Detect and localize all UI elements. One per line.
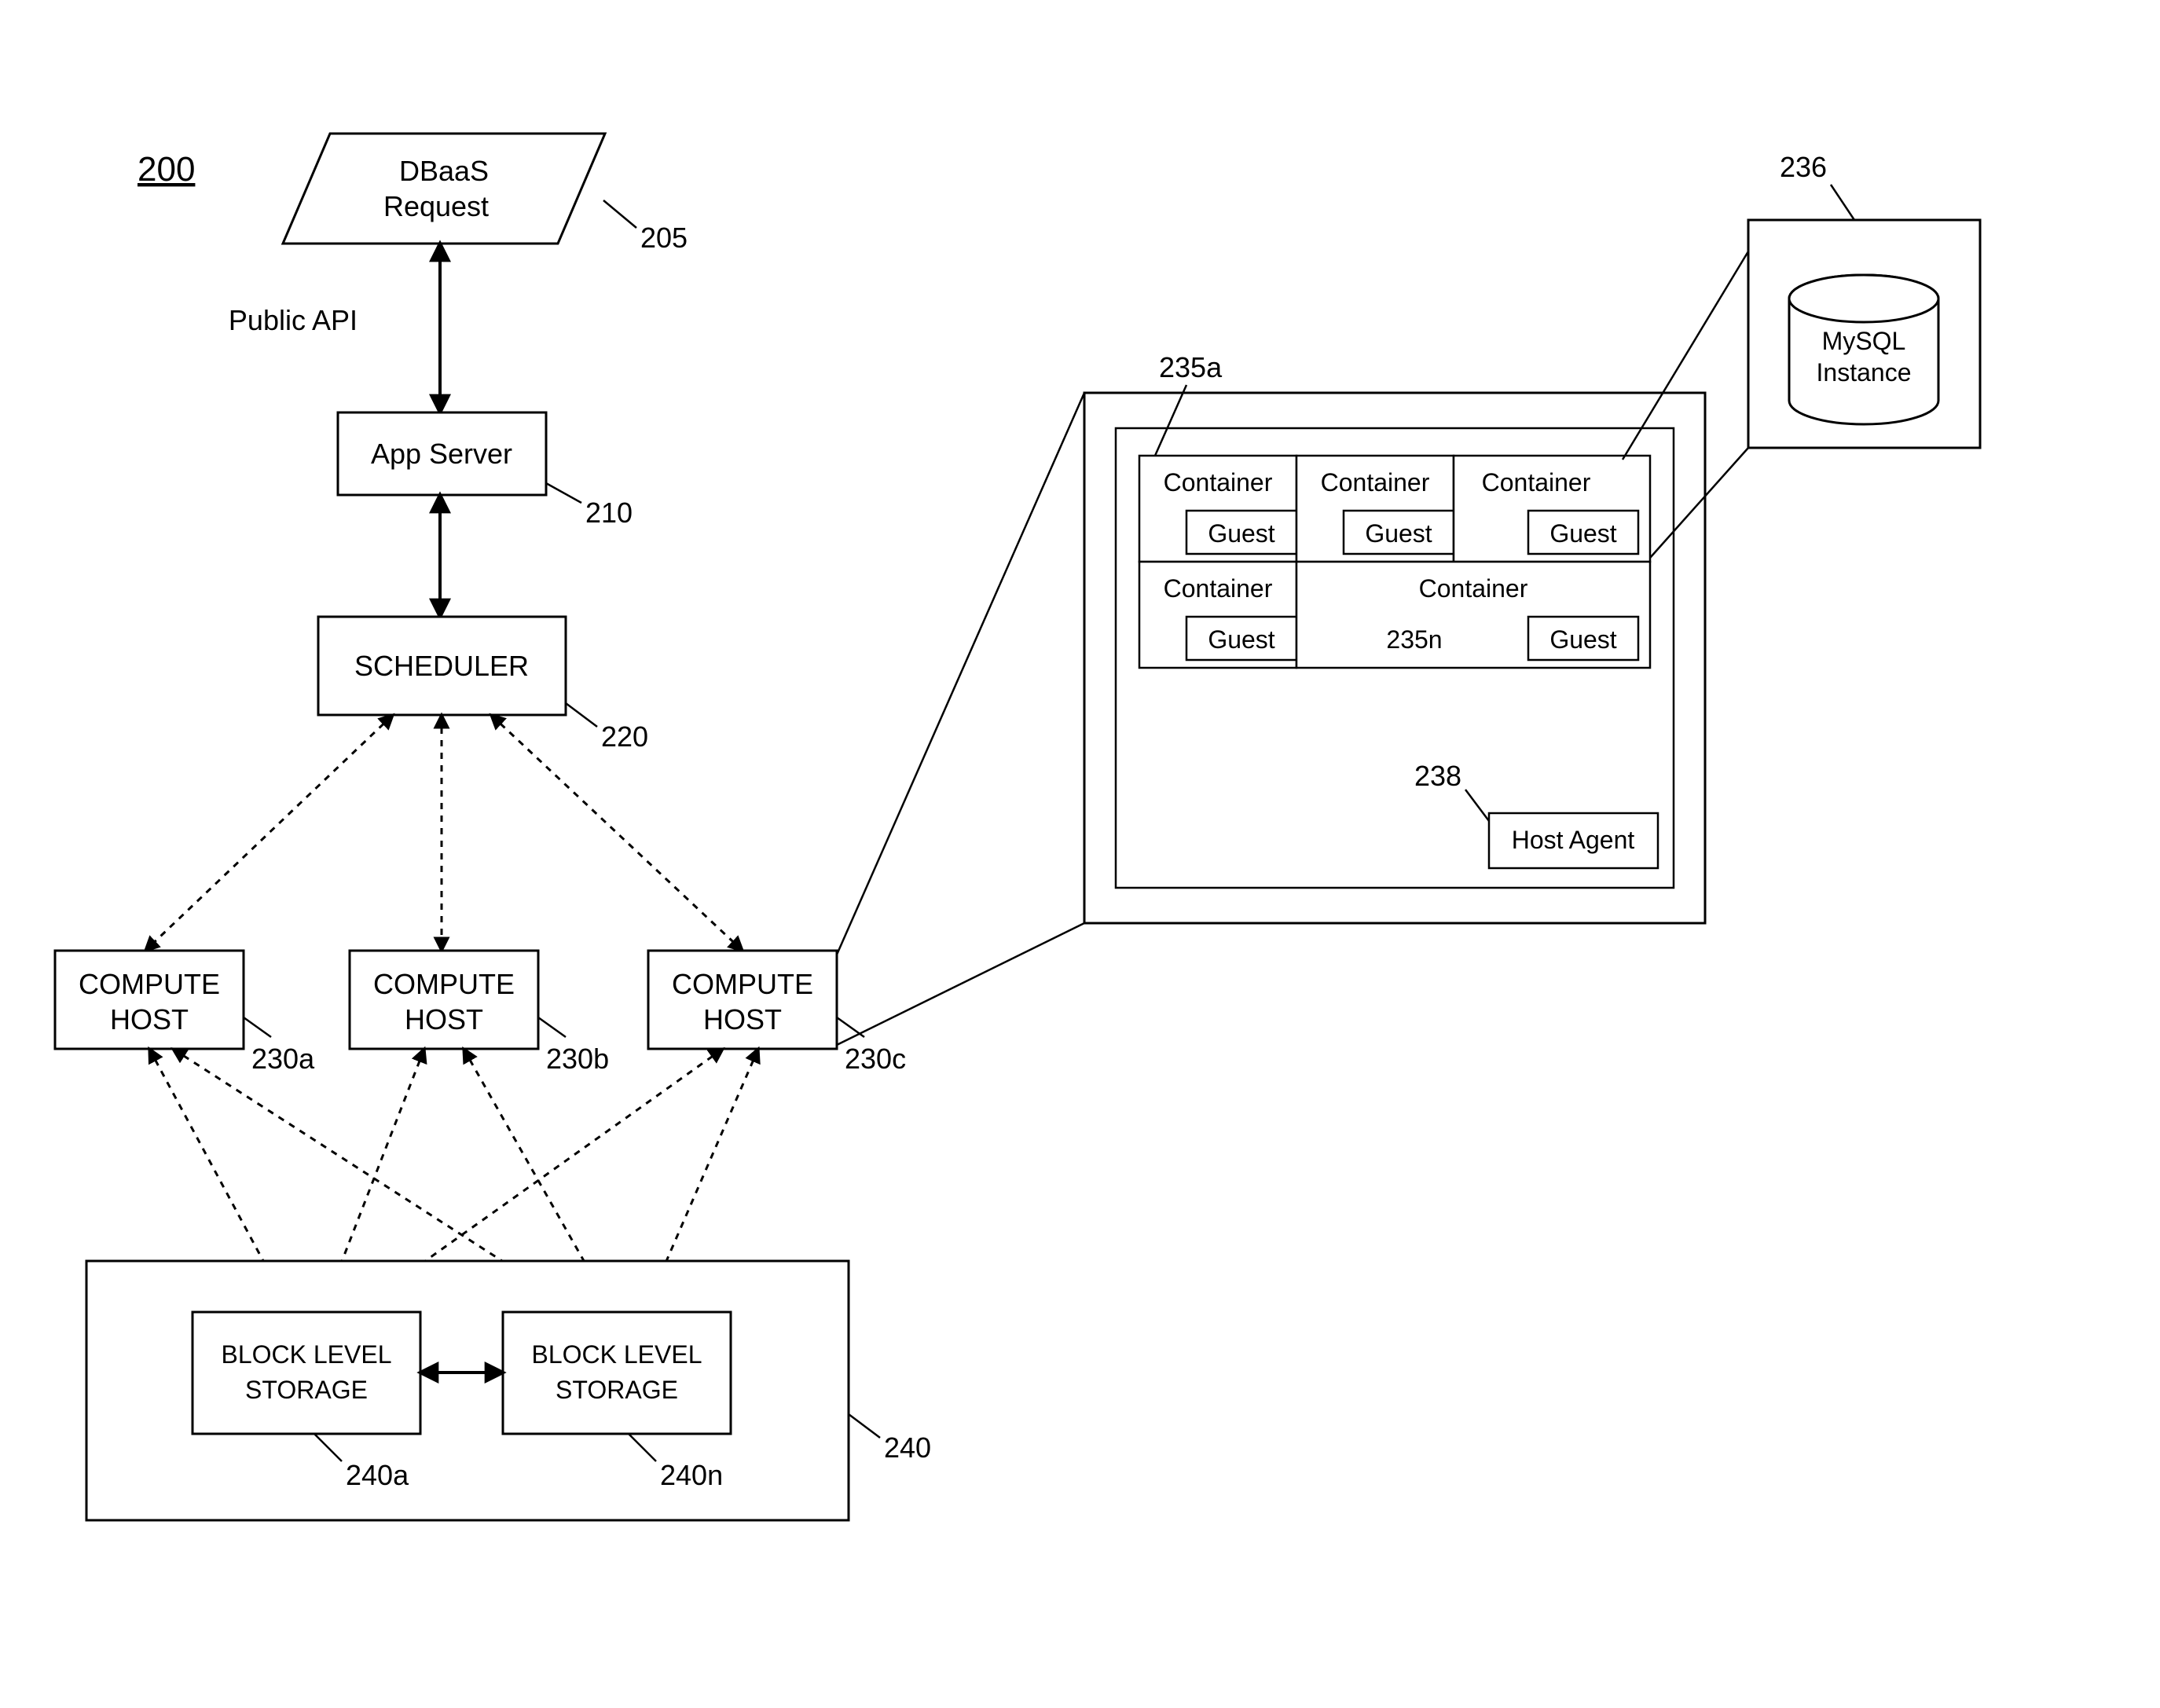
dbaas-request-line1: DBaaS [399,155,489,187]
container-1-guest: Guest [1208,519,1274,548]
container-2-guest: Guest [1365,519,1432,548]
host-agent-label: Host Agent [1512,826,1635,854]
storage-n-line2: STORAGE [556,1376,678,1404]
container-n-ref: 235n [1386,625,1442,654]
container-3-guest: Guest [1549,519,1616,548]
host-a-line1: COMPUTE [79,968,220,1000]
container-2: Container Guest [1296,456,1454,562]
dbaas-request-line2: Request [383,190,489,222]
app-server-label: App Server [371,438,512,470]
arrow-scheduler-host-a [145,715,393,951]
scheduler-ref: 220 [601,720,648,753]
public-api-label: Public API [229,304,358,336]
storage-a-line1: BLOCK LEVEL [222,1340,392,1369]
mysql-line2: Instance [1817,358,1912,387]
storage-a-line2: STORAGE [245,1376,368,1404]
dbaas-request-node: DBaaS Request 205 [283,134,688,254]
container-1: Container Guest [1139,456,1296,562]
host-b-line1: COMPUTE [373,968,515,1000]
host-b-line2: HOST [405,1003,483,1035]
figure-ref: 200 [138,150,195,189]
host-a-line2: HOST [110,1003,189,1035]
storage-group-ref: 240 [884,1431,931,1464]
host-detail-panel: Container Guest Container Guest Containe… [1084,351,1705,923]
app-server-ref: 210 [585,497,633,529]
container-1-label: Container [1164,468,1273,497]
container-3-label: Container [1482,468,1591,497]
compute-host-b: COMPUTE HOST 230b [350,951,609,1075]
host-a-ref: 230a [251,1043,315,1075]
callout-line-bottom [837,923,1084,1045]
container-n-guest: Guest [1549,625,1616,654]
mysql-line1: MySQL [1822,327,1906,355]
container-n: Container 235n Guest [1296,562,1650,668]
container-first-ref: 235a [1159,351,1223,383]
host-c-line2: HOST [703,1003,782,1035]
host-agent-ref: 238 [1414,760,1461,792]
container-n-label: Container [1419,574,1528,603]
container-3: Container Guest [1454,456,1650,562]
mysql-instance: MySQL Instance 236 [1748,151,1980,448]
container-4: Container Guest [1139,562,1296,668]
storage-group: 240 BLOCK LEVEL STORAGE 240a BLOCK LEVEL… [86,1261,931,1520]
storage-n-line1: BLOCK LEVEL [532,1340,702,1369]
container-4-guest: Guest [1208,625,1274,654]
container-4-label: Container [1164,574,1273,603]
host-c-ref: 230c [845,1043,906,1075]
app-server-node: App Server 210 [338,412,633,529]
callout-line-top [837,393,1084,955]
storage-n-ref: 240n [660,1459,723,1491]
scheduler-label: SCHEDULER [354,650,529,682]
dbaas-request-ref: 205 [640,222,688,254]
host-c-line1: COMPUTE [672,968,813,1000]
storage-a-ref: 240a [346,1459,409,1491]
scheduler-node: SCHEDULER 220 [318,617,648,753]
container-2-label: Container [1321,468,1430,497]
compute-host-c: COMPUTE HOST 230c [648,951,906,1075]
mysql-ref: 236 [1780,151,1827,183]
host-b-ref: 230b [546,1043,609,1075]
